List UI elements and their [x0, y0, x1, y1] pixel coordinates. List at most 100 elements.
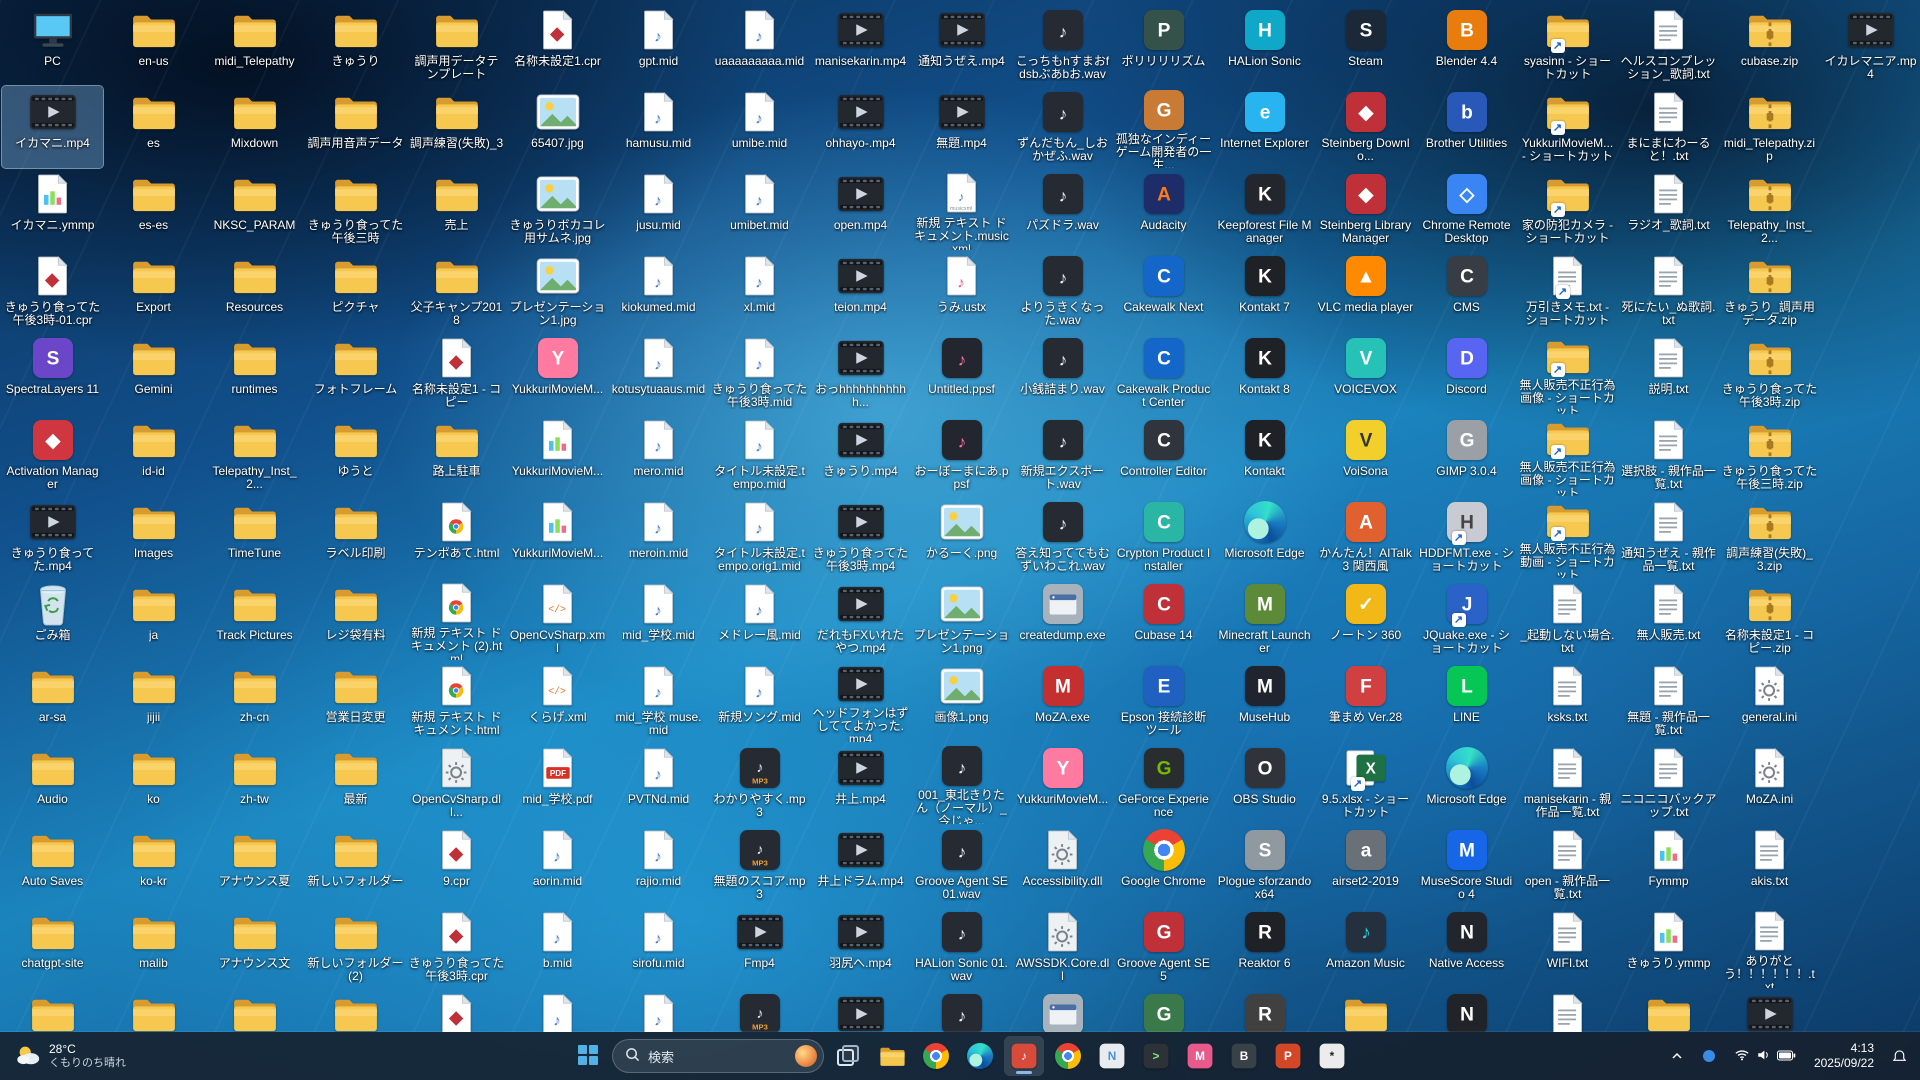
taskbar-terminal[interactable]: > — [1136, 1036, 1176, 1076]
desktop-icon[interactable]: K Kontakt 8 — [1214, 332, 1315, 414]
desktop-icon[interactable]: 新しいフォルダー — [305, 824, 406, 906]
desktop-icon[interactable]: Y YukkuriMovieM... — [507, 332, 608, 414]
desktop-icon[interactable]: N — [1416, 988, 1517, 1032]
desktop-icon[interactable]: Microsoft Edge — [1214, 496, 1315, 578]
desktop-icon[interactable]: jijii — [103, 660, 204, 742]
desktop-icon[interactable]: midi_Telepathy — [204, 4, 305, 86]
desktop-icon[interactable]: ニコニコバックアップ.txt — [1618, 742, 1719, 824]
desktop-icon[interactable]: イカマニ.ymmp — [2, 168, 103, 250]
desktop-icon[interactable]: ♪ 新規ソング.mid — [709, 660, 810, 742]
desktop-icon[interactable]: G — [1113, 988, 1214, 1032]
taskbar-clock[interactable]: 4:13 2025/09/22 — [1806, 1039, 1882, 1073]
desktop-icon[interactable]: イカマニ.mp4 — [1, 85, 104, 169]
desktop-icon[interactable]: general.ini — [1719, 660, 1820, 742]
desktop-icon[interactable]: ♪ 001_東北きりたん（ノーマル）_今じゃ... — [911, 742, 1012, 824]
desktop-icon[interactable]: ♪ mero.mid — [608, 414, 709, 496]
taskbar-file-explorer[interactable] — [872, 1036, 912, 1076]
desktop-icon[interactable]: ◆ Activation Manager — [2, 414, 103, 496]
desktop-icon[interactable]: zh-cn — [204, 660, 305, 742]
desktop-icon[interactable]: ♪ kotusytuaaus.mid — [608, 332, 709, 414]
desktop-icon[interactable]: 営業日変更 — [305, 660, 406, 742]
desktop-icon[interactable] — [406, 988, 507, 1032]
desktop-icon[interactable]: Y YukkuriMovieM... — [1012, 742, 1113, 824]
taskbar-chrome-2[interactable] — [1048, 1036, 1088, 1076]
desktop-icon[interactable] — [1012, 988, 1113, 1032]
desktop-icon[interactable]: Fmp4 — [709, 906, 810, 988]
desktop-icon[interactable]: ♪ ずんだもん_しおかぜふ.wav — [1012, 86, 1113, 168]
desktop-icon[interactable]: ko-kr — [103, 824, 204, 906]
desktop-icon[interactable]: ar-sa — [2, 660, 103, 742]
desktop-icon[interactable]: ラジオ_歌詞.txt — [1618, 168, 1719, 250]
desktop-icon[interactable]: S SpectraLayers 11 — [2, 332, 103, 414]
desktop-icon[interactable] — [204, 988, 305, 1032]
desktop-icon[interactable]: ◇ Chrome Remote Desktop — [1416, 168, 1517, 250]
desktop-icon[interactable]: Microsoft Edge — [1416, 742, 1517, 824]
desktop-icon[interactable]: ↗ 家の防犯カメラ - ショートカット — [1517, 168, 1618, 250]
taskbar-powerpoint[interactable]: P — [1268, 1036, 1308, 1076]
desktop-icon[interactable]: ksks.txt — [1517, 660, 1618, 742]
desktop-icon[interactable] — [1719, 988, 1820, 1032]
desktop-icon[interactable]: ▲ VLC media player — [1315, 250, 1416, 332]
desktop-icon[interactable]: B Blender 4.4 — [1416, 4, 1517, 86]
desktop-icon[interactable] — [1315, 988, 1416, 1032]
desktop-icon[interactable]: G GIMP 3.0.4 — [1416, 414, 1517, 496]
desktop-icon[interactable]: J ↗ JQuake.exe - ショートカット — [1416, 578, 1517, 660]
desktop-icon[interactable]: id-id — [103, 414, 204, 496]
desktop-icon[interactable]: R Reaktor 6 — [1214, 906, 1315, 988]
desktop-icon[interactable]: M MuseHub — [1214, 660, 1315, 742]
desktop-icon[interactable]: V VoiSona — [1315, 414, 1416, 496]
desktop-icon[interactable]: ↗ 無人販売不正行為画像 - ショートカット — [1517, 332, 1618, 414]
desktop-icon[interactable]: WIFI.txt — [1517, 906, 1618, 988]
desktop-icon[interactable]: 調声用音声データ — [305, 86, 406, 168]
desktop-icon[interactable]: アナウンス夏 — [204, 824, 305, 906]
desktop-icon[interactable]: イカレマニア.mp4 — [1820, 4, 1920, 86]
desktop-icon[interactable]: manisekarin - 親作品一覧.txt — [1517, 742, 1618, 824]
desktop-icon[interactable]: おっhhhhhhhhhhh... — [810, 332, 911, 414]
desktop-icon[interactable]: きゅうり.mp4 — [810, 414, 911, 496]
desktop-icon[interactable]: TimeTune — [204, 496, 305, 578]
desktop-icon[interactable]: ♪ パズドラ.wav — [1012, 168, 1113, 250]
desktop-icon[interactable]: きゅうり食ってた午後3時.mp4 — [810, 496, 911, 578]
desktop-icon[interactable]: プレゼンテーション1.png — [911, 578, 1012, 660]
desktop-icon[interactable]: ♪ musicxml 新規 テキスト ドキュメント.musicxml — [911, 168, 1012, 250]
desktop-icon[interactable]: 新しいフォルダー (2) — [305, 906, 406, 988]
desktop-icon[interactable]: malib — [103, 906, 204, 988]
desktop-icon[interactable]: レジ袋有料 — [305, 578, 406, 660]
desktop-icon[interactable]: teion.mp4 — [810, 250, 911, 332]
desktop-icon[interactable]: </> くらげ.xml — [507, 660, 608, 742]
desktop-icon[interactable]: ♪ タイトル未設定.tempo.orig1.mid — [709, 496, 810, 578]
desktop-icon[interactable]: ♪ jusu.mid — [608, 168, 709, 250]
desktop-icon[interactable]: きゅうりボカコレ用サムネ.jpg — [507, 168, 608, 250]
desktop-icon[interactable]: midi_Telepathy.zip — [1719, 86, 1820, 168]
desktop-icon[interactable]: createdump.exe — [1012, 578, 1113, 660]
desktop-icon[interactable]: 新規 テキスト ドキュメント.html — [406, 660, 507, 742]
desktop-icon[interactable]: 通知うぜえ.mp4 — [911, 4, 1012, 86]
desktop-icon[interactable]: K Kontakt — [1214, 414, 1315, 496]
desktop-icon[interactable]: 名称未設定1 - コピー — [406, 332, 507, 414]
taskbar-active-app[interactable]: ♪ — [1004, 1036, 1044, 1076]
desktop-icon[interactable]: ♪ b.mid — [507, 906, 608, 988]
desktop-icon[interactable]: きゅうり食ってた午後3時.zip — [1719, 332, 1820, 414]
weather-widget[interactable]: 28°C くもりのち晴れ — [4, 1036, 136, 1076]
desktop-icon[interactable]: 父子キャンプ2018 — [406, 250, 507, 332]
desktop-icon[interactable]: 無題.mp4 — [911, 86, 1012, 168]
desktop-icon[interactable]: ♪ 小銭詰まり.wav — [1012, 332, 1113, 414]
desktop-icon[interactable]: 画像1.png — [911, 660, 1012, 742]
desktop-icon[interactable]: 調声用データテンプレート — [406, 4, 507, 86]
desktop-icon[interactable]: ↗ 無人販売不正行為動画 - ショートカット — [1517, 496, 1618, 578]
tray-app-icon[interactable] — [1694, 1038, 1724, 1074]
desktop-icon[interactable]: manisekarin.mp4 — [810, 4, 911, 86]
desktop-icon[interactable]: Telepathy_Inst_2... — [204, 414, 305, 496]
desktop-icon[interactable]: 無人販売.txt — [1618, 578, 1719, 660]
desktop-icon[interactable]: A Audacity — [1113, 168, 1214, 250]
desktop-icon[interactable]: K Kontakt 7 — [1214, 250, 1315, 332]
desktop-icon[interactable]: PC — [2, 4, 103, 86]
desktop-icon[interactable]: きゅうり食ってた午後3時-01.cpr — [2, 250, 103, 332]
desktop-icon[interactable]: ♪ Groove Agent SE 01.wav — [911, 824, 1012, 906]
desktop-icon[interactable]: きゅうり — [305, 4, 406, 86]
desktop-icon[interactable]: C CMS — [1416, 250, 1517, 332]
desktop-icon[interactable]: ♪ sirofu.mid — [608, 906, 709, 988]
desktop-icon[interactable]: O OBS Studio — [1214, 742, 1315, 824]
desktop-icon[interactable]: ↗ 無人販売不正行為画像 - ショートカット — [1517, 414, 1618, 496]
desktop-icon[interactable]: D Discord — [1416, 332, 1517, 414]
